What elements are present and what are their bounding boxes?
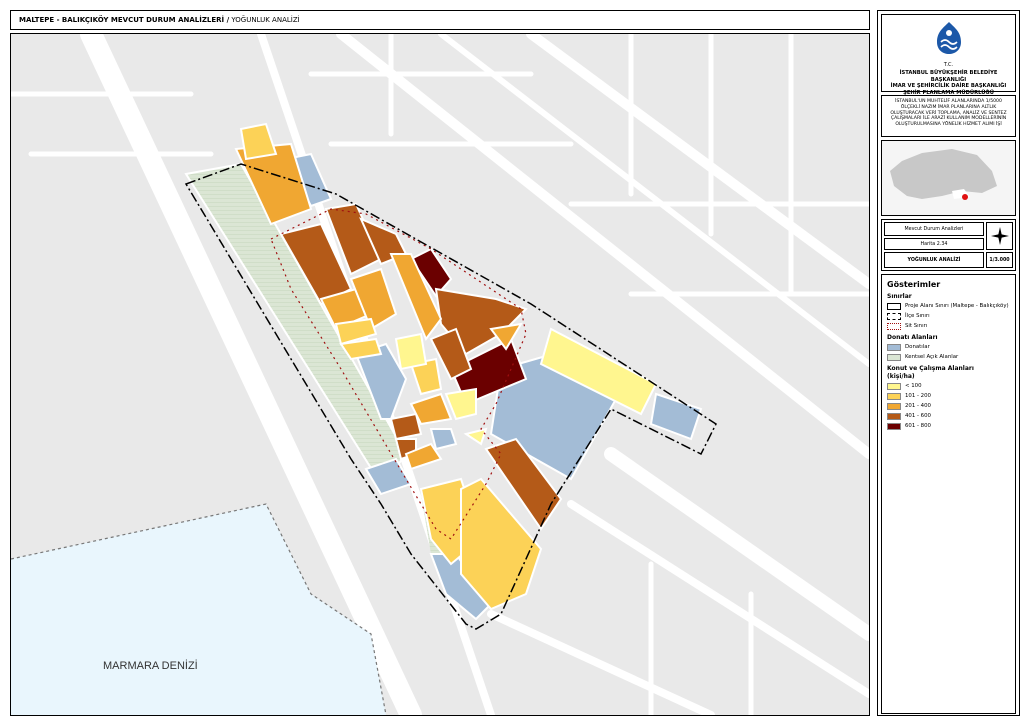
legend: Gösterimler Sınırlar Proje Alanı Sınırı … — [881, 274, 1016, 714]
legend-item: Sit Sınırı — [887, 322, 1010, 330]
district-boundary-swatch — [887, 312, 901, 320]
org-line-1: İSTANBUL BÜYÜKŞEHİR BELEDİYE BAŞKANLIĞI — [899, 70, 998, 83]
density-101-200-swatch — [887, 392, 901, 400]
legend-item: İlçe Sınırı — [887, 312, 1010, 320]
project-boundary-swatch — [887, 302, 901, 310]
legend-section-boundaries: Sınırlar — [887, 293, 912, 300]
ibb-logo-icon — [936, 22, 961, 54]
sit-boundary-swatch — [887, 322, 901, 330]
map-svg: MARMARA DENİZİ — [11, 34, 869, 715]
project-description: İSTANBUL'UN MUHTELİF ALANLARINDA 1/5000 … — [881, 95, 1016, 137]
sea-label: MARMARA DENİZİ — [103, 659, 198, 672]
organization-name: İSTANBUL BÜYÜKŞEHİR BELEDİYE BAŞKANLIĞI … — [882, 70, 1015, 96]
density-lt100-swatch — [887, 382, 901, 390]
analysis-label: Mevcut Durum Analizleri — [884, 222, 984, 236]
legend-item: 401 - 600 — [887, 412, 1010, 420]
scale-label: 1/3.000 — [986, 252, 1013, 268]
density-601-800-swatch — [887, 422, 901, 430]
map-title: MALTEPE - BALIKÇIKÖY MEVCUT DURUM ANALİZ… — [19, 16, 230, 24]
legend-item: Kentsel Açık Alanlar — [887, 353, 1010, 361]
location-inset-map[interactable] — [881, 140, 1016, 216]
facilities-swatch — [887, 343, 901, 351]
legend-section-density: Konut ve Çalışma Alanları — [887, 365, 974, 372]
legend-item: < 100 — [887, 382, 1010, 390]
logo-box: T.C. İSTANBUL BÜYÜKŞEHİR BELEDİYE BAŞKAN… — [881, 14, 1016, 96]
map-subtitle: YOĞUNLUK ANALİZİ — [229, 16, 300, 24]
legend-item: Donatılar — [887, 343, 1010, 351]
open-space-swatch — [887, 353, 901, 361]
inset-map-svg — [890, 149, 997, 200]
logo-caption: T.C. — [943, 62, 954, 68]
legend-item: 101 - 200 — [887, 392, 1010, 400]
legend-section-facilities: Donatı Alanları — [887, 334, 938, 341]
map-canvas[interactable]: MARMARA DENİZİ — [10, 33, 870, 716]
info-panel: T.C. İSTANBUL BÜYÜKŞEHİR BELEDİYE BAŞKAN… — [877, 10, 1020, 716]
map-number: Harita 2.34 — [884, 238, 984, 250]
legend-item: 201 - 400 — [887, 402, 1010, 410]
legend-item: 601 - 800 — [887, 422, 1010, 430]
map-title-label: YOĞUNLUK ANALİZİ — [884, 252, 984, 268]
legend-density-unit: (kişi/ha) — [887, 373, 915, 380]
location-marker-icon — [962, 194, 968, 200]
map-info-box: Mevcut Durum Analizleri Harita 2.34 YOĞU… — [881, 219, 1016, 271]
legend-item: Proje Alanı Sınırı (Maltepe - Balıkçıköy… — [887, 302, 1010, 310]
org-line-2: İMAR VE ŞEHİRCİLİK DAİRE BAŞKANLIĞI — [890, 83, 1007, 89]
density-401-600-swatch — [887, 412, 901, 420]
legend-title: Gösterimler — [887, 280, 941, 289]
density-201-400-swatch — [887, 402, 901, 410]
north-arrow-icon — [986, 222, 1013, 250]
title-bar: MALTEPE - BALIKÇIKÖY MEVCUT DURUM ANALİZ… — [10, 10, 870, 30]
